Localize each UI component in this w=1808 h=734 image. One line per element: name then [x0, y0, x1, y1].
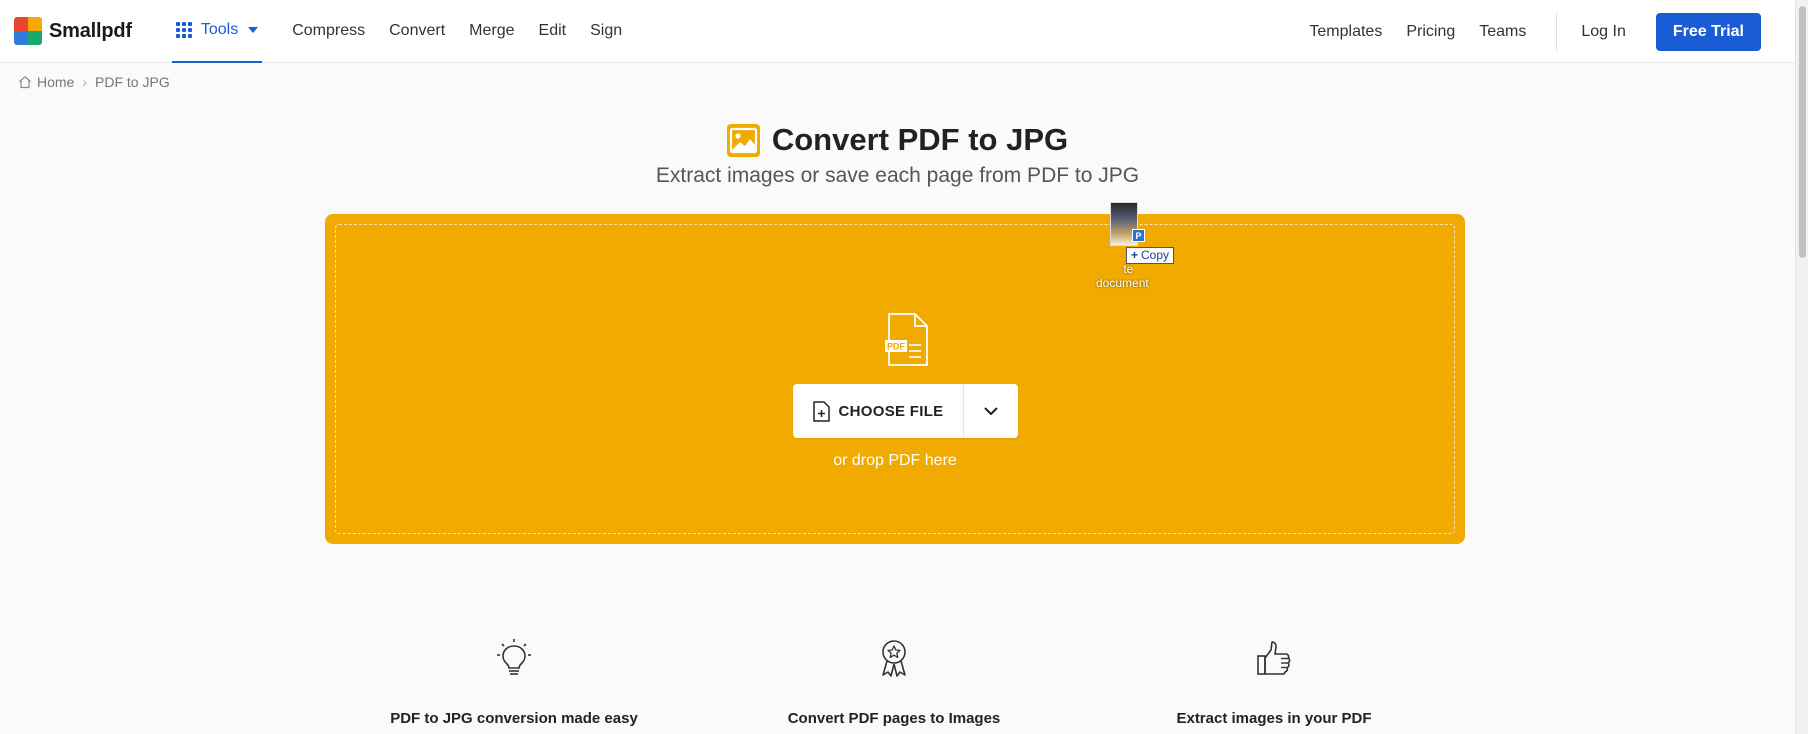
hero-title-row: Convert PDF to JPG	[0, 122, 1795, 158]
logo-text: Smallpdf	[49, 19, 132, 42]
dragged-file-label: te document	[1096, 262, 1149, 290]
pdf-file-icon: PDF	[885, 313, 929, 372]
thumbs-up-icon	[1257, 641, 1291, 675]
nav-templates[interactable]: Templates	[1309, 23, 1382, 41]
feature-extract-images: Extract images in your PDF	[1124, 638, 1424, 727]
breadcrumb: Home › PDF to JPG	[18, 74, 170, 90]
logo-mark-icon	[14, 17, 42, 45]
choose-file-label: CHOOSE FILE	[838, 402, 944, 420]
nav-pricing[interactable]: Pricing	[1406, 23, 1455, 41]
breadcrumb-home[interactable]: Home	[37, 74, 74, 90]
choose-file-group: CHOOSE FILE	[793, 384, 1018, 438]
nav-merge[interactable]: Merge	[469, 22, 514, 40]
lightbulb-icon	[497, 639, 531, 675]
add-file-icon	[812, 400, 830, 422]
nav-sign[interactable]: Sign	[590, 22, 622, 40]
dropzone-dashed-border: PDF CHOOSE FILE or drop PDF here	[335, 224, 1455, 534]
caret-down-icon	[248, 27, 259, 33]
breadcrumb-separator: ›	[82, 74, 88, 90]
main-nav: Compress Convert Merge Edit Sign	[292, 22, 646, 40]
scrollbar-thumb[interactable]	[1799, 6, 1806, 258]
file-dropzone[interactable]: PDF CHOOSE FILE or drop PDF here P + Cop…	[325, 202, 1465, 544]
nav-compress[interactable]: Compress	[292, 22, 365, 40]
page-scrollbar[interactable]	[1795, 0, 1808, 734]
nav-edit[interactable]: Edit	[539, 22, 567, 40]
choose-file-dropdown-button[interactable]	[964, 384, 1018, 438]
tools-label: Tools	[200, 21, 239, 38]
chevron-down-icon	[984, 407, 998, 415]
feature-pages-to-images: Convert PDF pages to Images	[744, 638, 1044, 727]
award-ribbon-icon	[882, 640, 906, 677]
page-subtitle: Extract images or save each page from PD…	[655, 164, 1140, 187]
feature-label: Extract images in your PDF	[1176, 710, 1372, 727]
drag-file-ghost: P + Copy te document	[1090, 202, 1180, 290]
choose-file-button[interactable]: CHOOSE FILE	[793, 384, 964, 438]
feature-easy-conversion: PDF to JPG conversion made easy	[364, 638, 664, 727]
tools-menu-button[interactable]: Tools	[171, 0, 263, 63]
top-navigation-bar: Smallpdf Tools Compress Convert Merge Ed…	[0, 0, 1795, 63]
svg-text:PDF: PDF	[887, 342, 906, 352]
breadcrumb-current: PDF to JPG	[95, 74, 170, 90]
page-title: Convert PDF to JPG	[771, 122, 1069, 157]
home-icon	[19, 76, 31, 89]
nav-divider	[1556, 11, 1558, 52]
nav-convert[interactable]: Convert	[389, 22, 445, 40]
feature-label: PDF to JPG conversion made easy	[390, 710, 638, 727]
free-trial-button[interactable]: Free Trial	[1655, 12, 1761, 51]
grid-icon	[175, 22, 192, 38]
login-link[interactable]: Log In	[1581, 23, 1625, 41]
smallpdf-logo[interactable]: Smallpdf	[14, 17, 132, 45]
file-type-badge: P	[1132, 229, 1145, 242]
image-icon	[726, 123, 760, 157]
right-nav: Templates Pricing Teams Log In Free Tria…	[1285, 0, 1761, 63]
nav-teams[interactable]: Teams	[1479, 23, 1526, 41]
drop-hint-text: or drop PDF here	[833, 452, 957, 469]
copy-label: Copy	[1141, 248, 1170, 262]
feature-label: Convert PDF pages to Images	[787, 710, 1001, 727]
plus-icon: +	[1131, 248, 1139, 262]
